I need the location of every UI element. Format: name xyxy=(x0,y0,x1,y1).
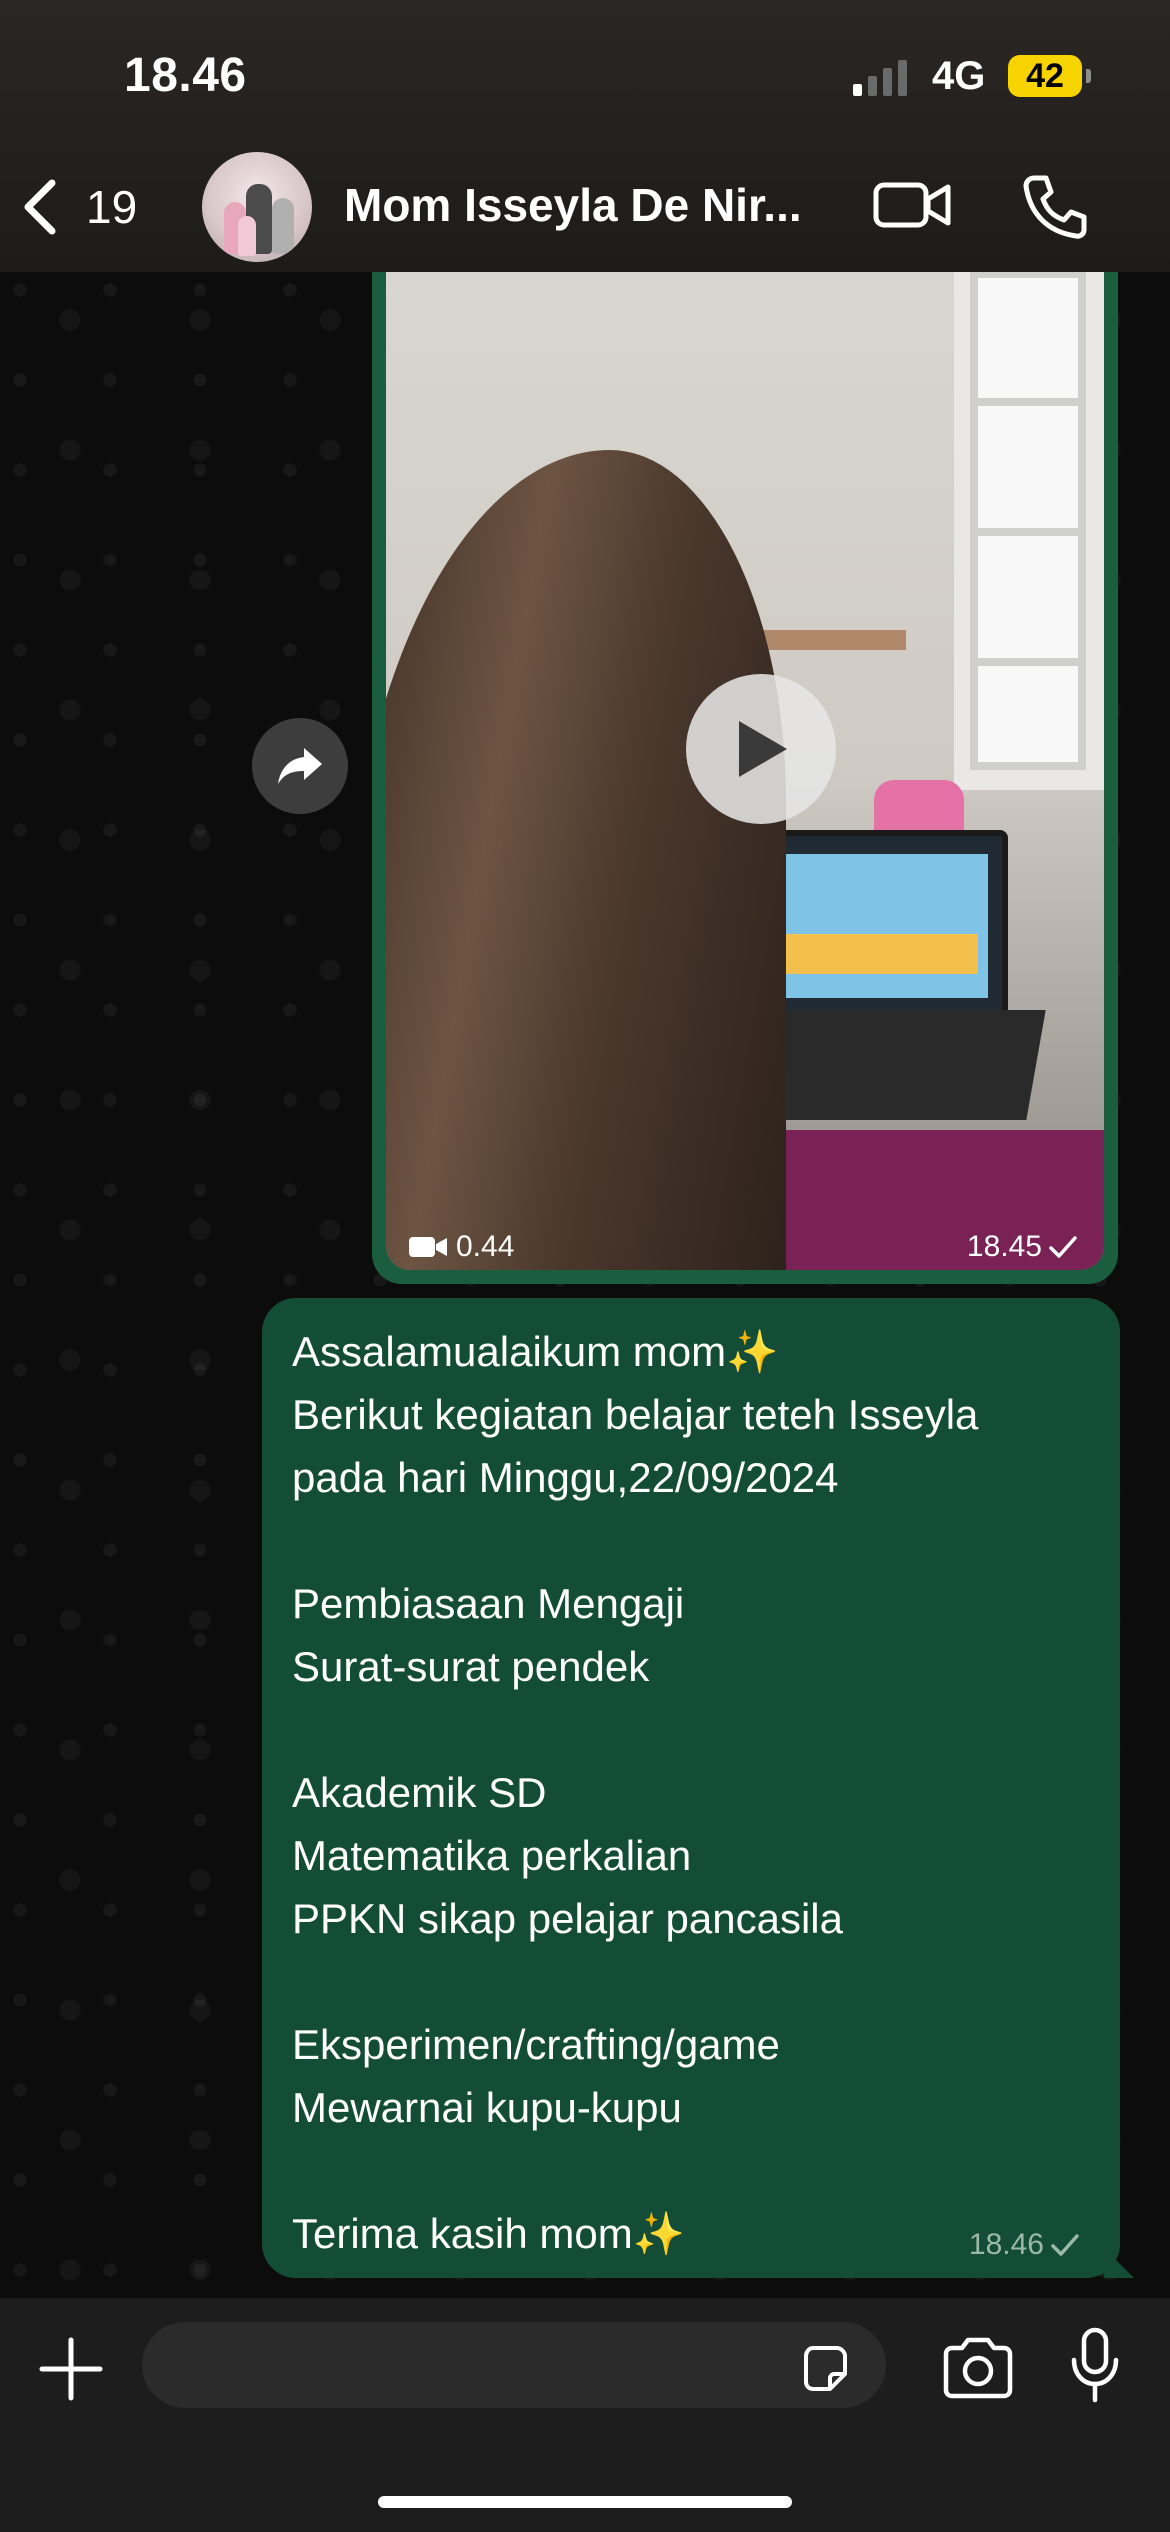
text-message-bubble[interactable]: Assalamualaikum mom✨ Berikut kegiatan be… xyxy=(262,1298,1134,2278)
message-line: PPKN sikap pelajar pancasila xyxy=(292,1895,843,1942)
message-input[interactable] xyxy=(162,2322,766,2410)
battery-icon: 42 xyxy=(1008,55,1082,97)
message-line: Eksperimen/crafting/game xyxy=(292,2021,780,2068)
play-icon xyxy=(739,721,787,777)
sent-check-icon xyxy=(1049,1236,1077,1258)
video-message-bubble[interactable]: 0.44 18.45 xyxy=(372,250,1118,1284)
message-line: Surat-surat pendek xyxy=(292,1643,650,1690)
message-line xyxy=(292,1950,1090,2013)
play-button[interactable] xyxy=(686,674,836,824)
unread-count: 19 xyxy=(86,181,138,233)
message-line xyxy=(292,1509,1090,1572)
microphone-icon[interactable] xyxy=(1068,2326,1122,2406)
message-line: Akademik SD xyxy=(292,1769,547,1816)
plus-icon[interactable] xyxy=(36,2334,106,2404)
forward-button[interactable] xyxy=(252,718,348,814)
message-line: Berikut kegiatan belajar teteh Isseyla xyxy=(292,1391,979,1438)
message-line: Matematika perkalian xyxy=(292,1832,692,1879)
battery-level: 42 xyxy=(1026,56,1064,95)
message-line: Pembiasaan Mengaji xyxy=(292,1580,685,1627)
status-time: 18.46 xyxy=(124,49,247,102)
signal-icon xyxy=(853,60,913,96)
sent-check-icon xyxy=(1051,2234,1079,2256)
message-input-container[interactable] xyxy=(142,2322,886,2410)
battery-cap xyxy=(1086,69,1091,83)
back-button[interactable]: 19 xyxy=(20,172,170,242)
avatar[interactable] xyxy=(202,152,312,262)
message-time-text: 18.46 xyxy=(968,2228,1044,2261)
home-indicator[interactable] xyxy=(378,2496,792,2508)
video-camera-icon xyxy=(409,1237,447,1257)
video-duration-text: 0.44 xyxy=(456,1230,515,1263)
message-line xyxy=(292,1698,1090,1761)
forward-arrow-icon xyxy=(278,748,322,784)
chevron-left-icon xyxy=(24,179,56,235)
message-line: Assalamualaikum mom✨ xyxy=(292,1328,779,1375)
sticker-icon[interactable] xyxy=(798,2342,852,2396)
video-timestamp: 18.45 xyxy=(967,1230,1078,1264)
message-timestamp: 18.46 xyxy=(969,2228,1080,2262)
message-line: Mewarnai kupu-kupu xyxy=(292,2084,682,2131)
chat-header: 18.46 4G 42 19 Mom Isseyla De Nir... xyxy=(0,0,1170,272)
chat-title[interactable]: Mom Isseyla De Nir... xyxy=(344,178,802,232)
video-thumbnail[interactable]: 0.44 18.45 xyxy=(386,270,1104,1270)
video-time-text: 18.45 xyxy=(966,1230,1042,1263)
network-type: 4G xyxy=(932,54,986,98)
video-duration: 0.44 xyxy=(408,1230,514,1264)
phone-icon[interactable] xyxy=(1020,172,1090,242)
message-line xyxy=(292,2139,1090,2202)
video-scene-window xyxy=(970,270,1086,770)
video-call-icon[interactable] xyxy=(872,175,952,235)
video-scene-hair xyxy=(386,450,786,1270)
message-line: pada hari Minggu,22/09/2024 xyxy=(292,1454,839,1501)
camera-icon[interactable] xyxy=(940,2336,1016,2400)
